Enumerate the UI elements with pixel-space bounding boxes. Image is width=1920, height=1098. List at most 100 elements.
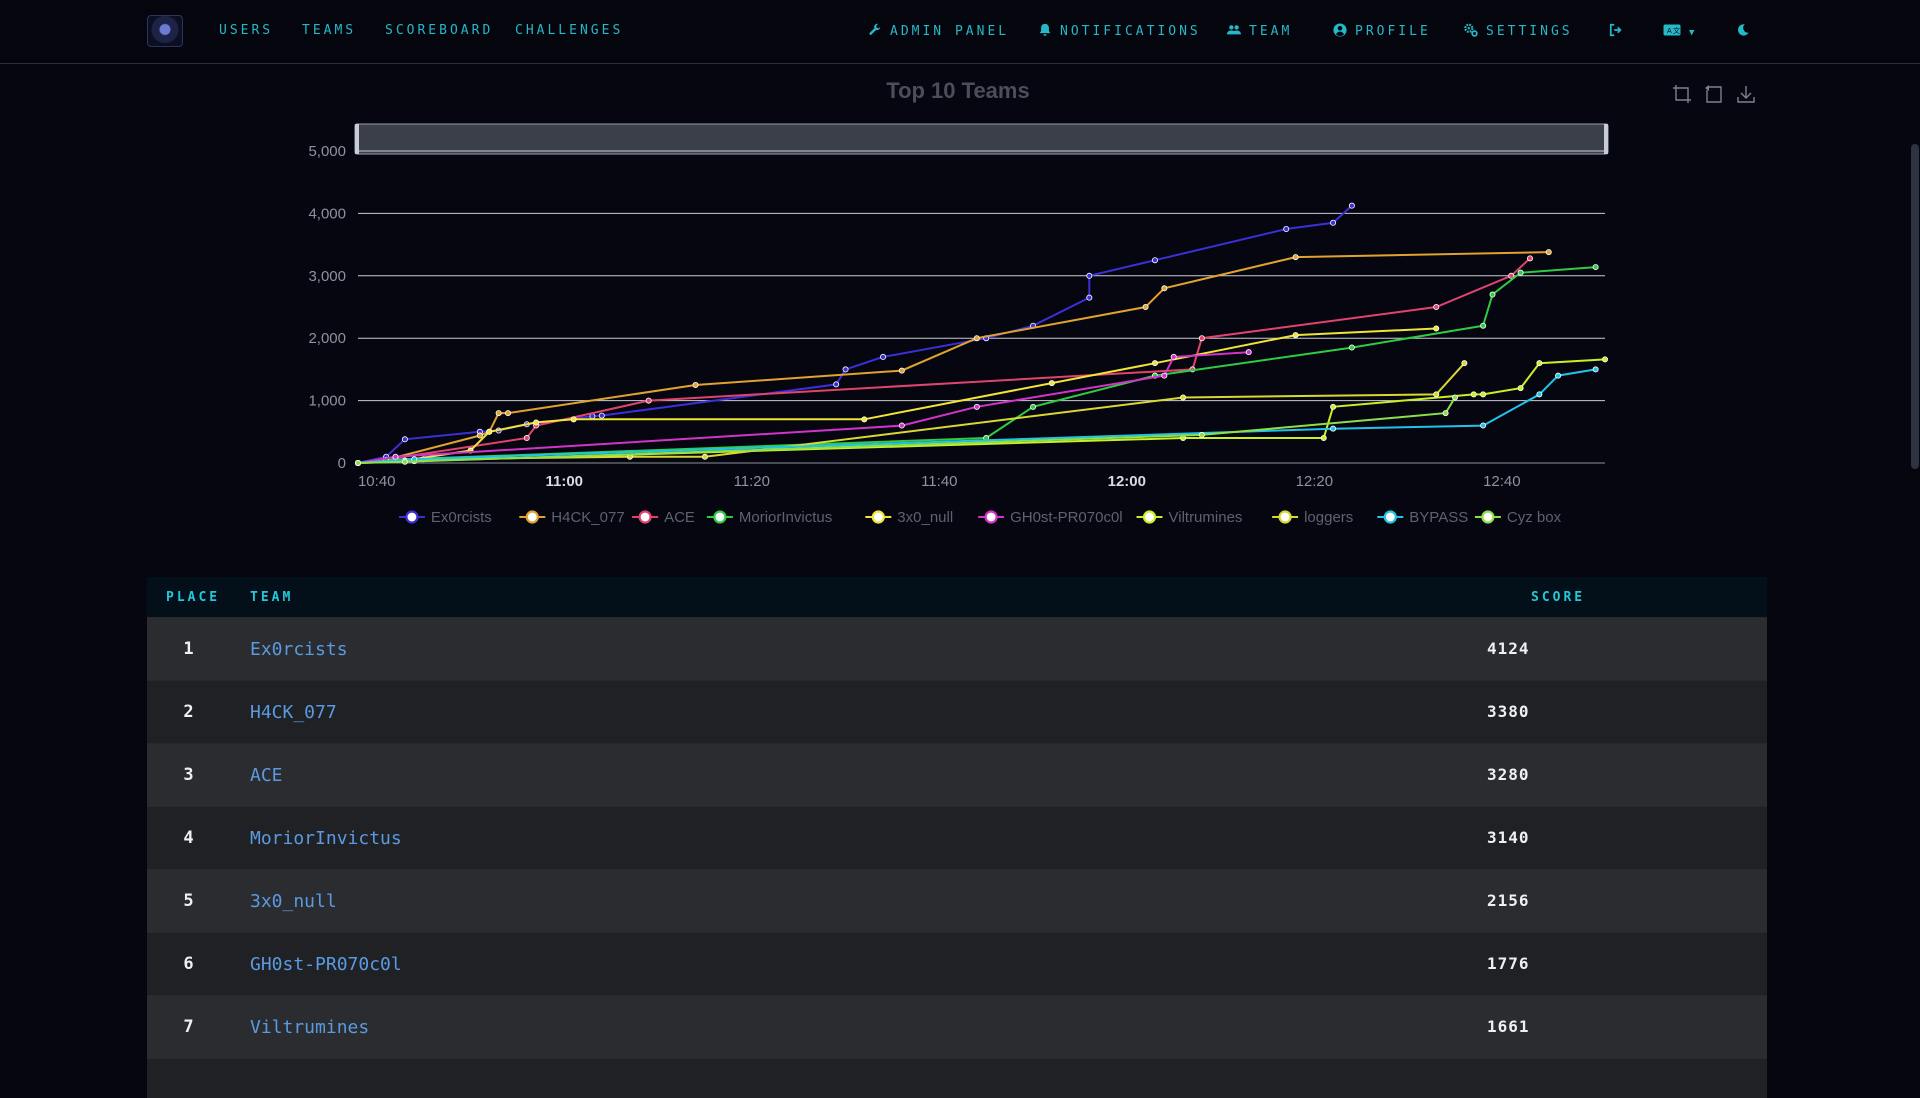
y-tick-label: 2,000	[308, 330, 346, 347]
data-point	[880, 353, 887, 360]
data-point	[1433, 391, 1440, 398]
navbar: USERS TEAMS SCOREBOARD CHALLENGES ADMIN …	[0, 0, 1920, 64]
data-point	[1526, 255, 1533, 262]
legend-label: loggers	[1304, 509, 1353, 526]
data-point	[523, 435, 530, 442]
users-icon	[1227, 23, 1241, 37]
data-point	[495, 410, 502, 417]
data-point	[1170, 353, 1177, 360]
data-point	[1348, 344, 1355, 351]
x-tick-label: 12:00	[1108, 473, 1146, 490]
table-row: 3 ACE 3280	[147, 743, 1767, 806]
legend-label: 3x0_null	[897, 509, 953, 526]
row-team-link[interactable]: 3x0_null	[250, 891, 337, 912]
data-point	[1161, 285, 1168, 292]
legend-swatch	[1278, 510, 1292, 524]
legend-swatch	[1383, 510, 1397, 524]
language-icon: A文	[1663, 23, 1681, 37]
notifications-label: NOTIFICATIONS	[1060, 24, 1201, 39]
row-place: 1	[183, 639, 194, 659]
data-point	[1142, 303, 1149, 310]
data-point	[842, 366, 849, 373]
legend-swatch	[984, 510, 998, 524]
admin-panel-label: ADMIN PANEL	[890, 24, 1010, 39]
nav-challenges[interactable]: CHALLENGES	[515, 23, 623, 39]
row-place: 4	[183, 828, 194, 848]
data-point	[1198, 431, 1205, 438]
data-point	[1348, 202, 1355, 209]
data-point	[701, 453, 708, 460]
data-point	[1480, 322, 1487, 329]
x-tick-label: 11:20	[734, 473, 770, 490]
legend-label: BYPASS	[1409, 509, 1468, 526]
row-score: 4124	[1487, 639, 1530, 658]
nav-profile[interactable]: PROFILE	[1333, 23, 1431, 39]
data-point	[486, 428, 493, 435]
language-dropdown[interactable]: A 文 ▼	[1663, 23, 1697, 39]
data-point	[570, 416, 577, 423]
data-point	[1545, 249, 1552, 256]
row-score: 3140	[1487, 828, 1530, 847]
series-line	[357, 204, 1353, 464]
row-score: 3280	[1487, 765, 1530, 784]
scrollbar-thumb[interactable]	[1911, 144, 1919, 469]
data-point	[861, 416, 868, 423]
table-row: 4 MoriorInvictus 3140	[147, 806, 1767, 869]
data-point	[1320, 435, 1327, 442]
page-scrollbar[interactable]	[1910, 64, 1920, 1080]
data-point	[833, 381, 840, 388]
nav-users[interactable]: USERS	[219, 23, 273, 39]
data-point	[692, 381, 699, 388]
user-circle-icon	[1333, 23, 1347, 37]
data-point	[1086, 294, 1093, 301]
nav-scoreboard[interactable]: SCOREBOARD	[385, 23, 493, 39]
x-tick-label: 11:40	[921, 473, 957, 490]
data-point	[355, 459, 362, 466]
nav-teams[interactable]: TEAMS	[302, 23, 356, 39]
data-point	[476, 432, 483, 439]
data-point	[1517, 269, 1524, 276]
data-zoom-handle-right[interactable]	[1604, 124, 1608, 154]
data-zoom-handle-left[interactable]	[355, 124, 359, 154]
row-place: 3	[183, 765, 194, 785]
data-point	[1517, 385, 1524, 392]
table-row: 5 3x0_null 2156	[147, 869, 1767, 932]
data-point	[898, 422, 905, 429]
data-point	[401, 458, 408, 465]
row-team-link[interactable]: Ex0rcists	[250, 639, 348, 660]
data-point	[392, 453, 399, 460]
data-zoom-slider[interactable]	[354, 123, 1609, 155]
nav-settings[interactable]: SETTINGS	[1464, 23, 1573, 39]
site-logo[interactable]	[147, 15, 183, 47]
data-point	[1292, 332, 1299, 339]
row-team-link[interactable]: ACE	[250, 765, 283, 786]
data-point	[1151, 360, 1158, 367]
data-point	[1480, 422, 1487, 429]
legend-swatch	[525, 510, 539, 524]
data-point	[1086, 272, 1093, 279]
legend-swatch	[1142, 510, 1157, 524]
y-tick-label: 4,000	[308, 205, 346, 222]
series-line	[357, 251, 1549, 464]
data-point	[1161, 372, 1168, 379]
theme-toggle[interactable]	[1736, 23, 1758, 39]
data-point	[1592, 264, 1599, 271]
nav-team[interactable]: TEAM	[1227, 23, 1292, 39]
bell-icon	[1038, 23, 1052, 37]
nav-notifications[interactable]: NOTIFICATIONS	[1038, 23, 1201, 39]
row-team-link[interactable]: Viltrumines	[250, 1017, 369, 1038]
data-point	[1245, 349, 1252, 356]
row-team-link[interactable]: H4CK_077	[250, 702, 337, 723]
header-place: PLACE	[166, 590, 221, 605]
data-point	[1555, 372, 1562, 379]
row-team-link[interactable]: MoriorInvictus	[250, 828, 402, 849]
legend-swatch	[405, 510, 419, 524]
x-tick-label: 12:20	[1296, 473, 1334, 490]
data-point	[1489, 291, 1496, 298]
data-point	[598, 412, 605, 419]
table-row	[147, 1058, 1767, 1098]
row-team-link[interactable]: GH0st-PR070c0l	[250, 954, 402, 975]
nav-admin-panel[interactable]: ADMIN PANEL	[868, 23, 1009, 39]
legend-swatch	[1481, 510, 1495, 524]
logout-button[interactable]	[1609, 23, 1631, 39]
